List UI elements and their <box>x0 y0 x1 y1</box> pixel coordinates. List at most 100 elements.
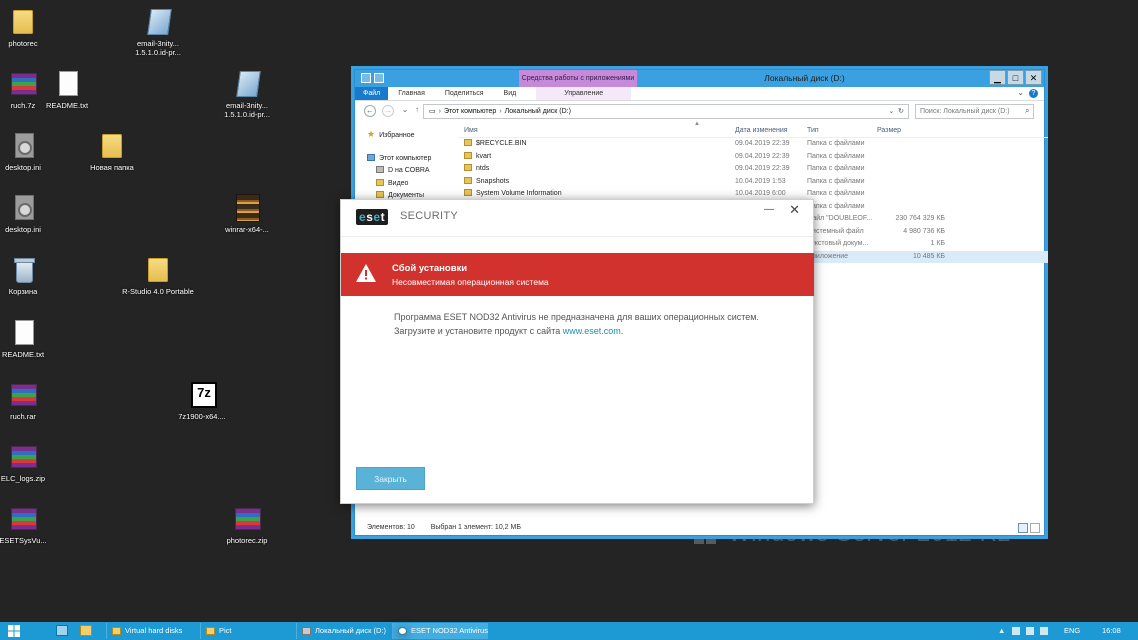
file-type: Текстовый докум... <box>807 240 869 247</box>
desktop-icon-label: Новая папка <box>90 163 134 172</box>
desktop-icon-label: ESETSysVu... <box>0 536 47 545</box>
file-size: 4 980 736 КБ <box>903 227 945 235</box>
tray-app-icon[interactable] <box>1012 627 1020 635</box>
table-row[interactable]: ntds 09.04.2019 22:39 Папка с файлами <box>458 163 1048 176</box>
message-line-2: Загрузите и установите продукт с сайта w… <box>394 324 794 338</box>
file-name: $RECYCLE.BIN <box>464 138 724 151</box>
breadcrumb-drive[interactable]: Локальный диск (D:) <box>505 108 571 115</box>
message-text: Загрузите и установите продукт с сайта <box>394 326 561 336</box>
help-icon[interactable]: ? <box>1029 89 1038 98</box>
forward-button[interactable]: → <box>382 105 394 117</box>
minimize-button[interactable]: — <box>764 204 774 215</box>
desktop-icon-readme-2[interactable]: README.txt <box>0 317 61 359</box>
file-date: 09.04.2019 22:39 <box>735 152 790 160</box>
taskbar-item-label: ESET NOD32 Antivirus <box>411 626 488 635</box>
desktop-icon-desktop-ini-1[interactable]: desktop.ini <box>0 130 61 172</box>
close-dialog-button[interactable]: Закрыть <box>356 467 425 490</box>
file-name: kvart <box>464 151 724 164</box>
file-type: Папка с файлами <box>807 190 865 197</box>
server-manager-icon[interactable] <box>56 625 68 636</box>
tab-manage[interactable]: Управление <box>536 87 632 100</box>
taskbar-item-virtual-hard-disks[interactable]: Virtual hard disks <box>106 623 198 639</box>
column-type[interactable]: Тип <box>807 124 877 138</box>
nav-video[interactable]: Видео <box>376 178 456 191</box>
file-date: 09.04.2019 22:39 <box>735 140 790 147</box>
taskbar-item-pict[interactable]: Pict <box>200 623 294 639</box>
folder-icon <box>464 139 472 146</box>
desktop-icon-photorec[interactable]: photorec <box>0 6 61 48</box>
table-row[interactable]: Snapshots 10.04.2019 1:53 Папка с файлам… <box>458 176 1048 189</box>
maximize-button[interactable]: □ <box>1007 70 1024 85</box>
nav-this-pc[interactable]: Этот компьютер <box>367 153 456 166</box>
minimize-button[interactable]: ▁ <box>989 70 1006 85</box>
product-name: SECURITY <box>400 210 459 222</box>
language-indicator[interactable]: ENG <box>1064 622 1080 640</box>
tab-share[interactable]: Поделиться <box>435 87 494 100</box>
desktop-icon-ruch-rar[interactable]: ruch.rar <box>0 379 61 421</box>
taskbar-item-label: Локальный диск (D:) <box>315 626 386 635</box>
tab-file[interactable]: Файл <box>355 87 389 100</box>
close-button[interactable]: ✕ <box>1025 70 1042 85</box>
column-date[interactable]: Дата изменения <box>735 124 805 138</box>
show-hidden-icons-icon[interactable]: ▲ <box>998 622 1005 640</box>
volume-icon[interactable] <box>1040 627 1048 635</box>
desktop-icon-winrar[interactable]: winrar-x64-... <box>209 192 285 234</box>
desktop-icon-recycle-bin[interactable]: Корзина <box>0 254 61 296</box>
system-tray: ▲ ENG 16:08 <box>998 622 1138 640</box>
desktop-icon-label: R-Studio 4.0 Portable <box>122 287 194 296</box>
file-explorer-icon[interactable] <box>80 625 92 636</box>
eset-error-dialog[interactable]: eset SECURITY — ✕ Сбой установки Несовме… <box>340 199 814 504</box>
desktop-icon-elc-logs[interactable]: ELC_logs.zip <box>0 441 61 483</box>
nav-favorites[interactable]: ★ Избранное <box>367 128 456 141</box>
ribbon-tabs: Файл Главная Поделиться Вид Управление ⌄… <box>355 87 1044 101</box>
desktop-icon-email-1[interactable]: email-3nity... 1.5.1.0.id-pr... <box>120 6 196 57</box>
desktop-icon-desktop-ini-2[interactable]: desktop.ini <box>0 192 61 234</box>
desktop-icon-new-folder[interactable]: Новая папка <box>74 130 150 172</box>
taskbar-item-local-disk[interactable]: Локальный диск (D:) <box>296 623 390 639</box>
file-name-text: ntds <box>476 165 490 172</box>
error-title: Сбой установки <box>392 263 468 274</box>
table-row[interactable]: $RECYCLE.BIN 09.04.2019 22:39 Папка с фа… <box>458 138 1048 151</box>
desktop-icon-readme-1[interactable]: README.txt <box>29 68 105 110</box>
start-button[interactable] <box>2 624 38 638</box>
tab-home[interactable]: Главная <box>388 87 435 100</box>
message-line-1: Программа ESET NOD32 Antivirus не предна… <box>394 312 759 322</box>
back-button[interactable]: ← <box>364 105 376 117</box>
desktop-icon-r-studio[interactable]: R-Studio 4.0 Portable <box>120 254 196 296</box>
desktop-icon-photorec-zip[interactable]: photorec.zip <box>209 503 285 545</box>
file-date: 09.04.2019 22:39 <box>735 165 790 172</box>
up-button[interactable]: ↑ <box>411 105 423 117</box>
taskbar-item-eset[interactable]: ESET NOD32 Antivirus <box>392 623 488 639</box>
file-name-text: Snapshots <box>476 177 510 185</box>
desktop-icon-esetsysvu[interactable]: ESETSysVu... <box>0 503 61 545</box>
folder-icon <box>8 6 38 36</box>
column-name[interactable]: Имя <box>464 124 724 138</box>
chevron-down-icon[interactable]: ⌄ <box>1017 88 1024 97</box>
table-row[interactable]: kvart 09.04.2019 22:39 Папка с файлами <box>458 151 1048 164</box>
clock[interactable]: 16:08 <box>1102 622 1121 640</box>
column-size[interactable]: Размер <box>877 124 945 138</box>
details-view-icon[interactable] <box>1018 523 1028 533</box>
tab-view[interactable]: Вид <box>494 87 527 100</box>
desktop-icon-label: Корзина <box>8 287 38 296</box>
eset-website-link[interactable]: www.eset.com <box>563 326 621 336</box>
search-input[interactable]: Поиск: Локальный диск (D:) <box>915 104 1034 119</box>
nav-label: D на COBRA <box>388 167 430 174</box>
folder-icon <box>464 164 472 171</box>
settings-file-icon <box>8 192 38 222</box>
folder-icon <box>206 627 215 635</box>
recycle-bin-icon <box>8 254 38 284</box>
refresh-icon[interactable]: ⌄ ↻ <box>888 105 904 118</box>
recent-locations-icon[interactable]: ⌄ <box>399 105 411 117</box>
breadcrumb-this-pc[interactable]: Этот компьютер <box>444 108 496 115</box>
large-icons-view-icon[interactable] <box>1030 523 1040 533</box>
address-bar[interactable]: ▭ › Этот компьютер › Локальный диск (D:) ⌄ ↻ <box>423 104 909 119</box>
nav-network-drive[interactable]: D на COBRA <box>376 165 456 178</box>
file-name-text: System Volume Information <box>476 190 562 197</box>
title-bar[interactable]: Средства работы с приложениями Локальный… <box>355 70 1044 87</box>
desktop-icon-7zip[interactable]: 7z1900-x64.... <box>164 379 240 421</box>
close-button[interactable]: ✕ <box>789 202 800 218</box>
desktop-icon-email-2[interactable]: email-3nity... 1.5.1.0.id-pr... <box>209 68 285 119</box>
settings-file-icon <box>8 130 38 160</box>
network-icon[interactable] <box>1026 627 1034 635</box>
